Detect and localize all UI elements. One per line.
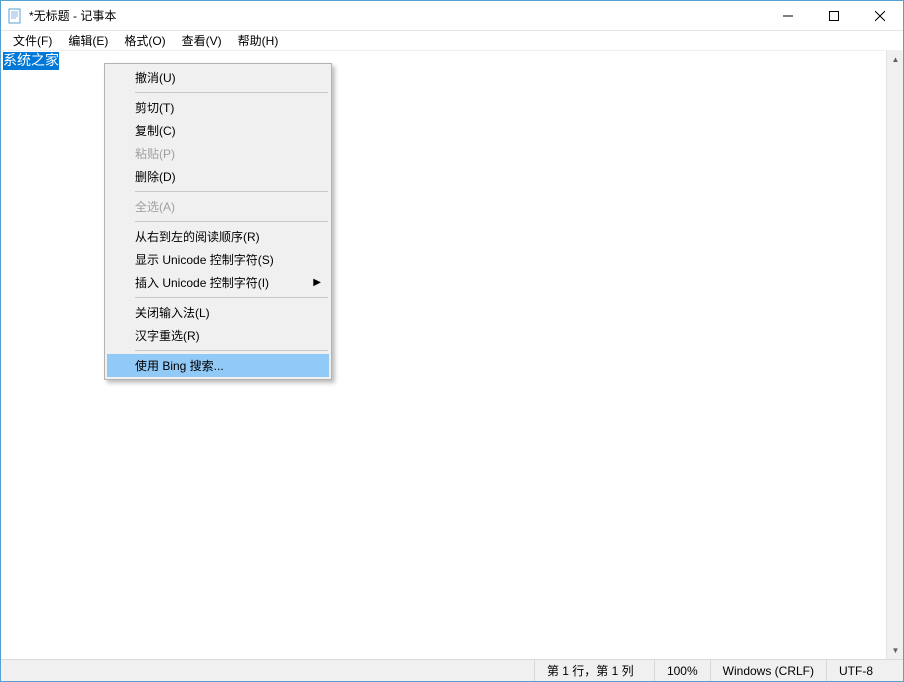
ctx-bing-search[interactable]: 使用 Bing 搜索... [107, 354, 329, 377]
status-zoom: 100% [654, 660, 710, 681]
window-title: *无标题 - 记事本 [29, 7, 765, 24]
minimize-button[interactable] [765, 1, 811, 30]
menu-file[interactable]: 文件(F) [5, 30, 60, 51]
ctx-show-unicode[interactable]: 显示 Unicode 控制字符(S) [107, 248, 329, 271]
ctx-hanzi-reselect[interactable]: 汉字重选(R) [107, 324, 329, 347]
scroll-up-icon[interactable]: ▲ [887, 51, 903, 68]
ctx-cut[interactable]: 剪切(T) [107, 96, 329, 119]
ctx-undo[interactable]: 撤消(U) [107, 66, 329, 89]
notepad-icon [7, 8, 23, 24]
chevron-right-icon: ▶ [313, 277, 321, 288]
ctx-insert-unicode-label: 插入 Unicode 控制字符(I) [135, 274, 269, 291]
ctx-close-ime[interactable]: 关闭输入法(L) [107, 301, 329, 324]
status-line-ending: Windows (CRLF) [710, 660, 826, 681]
menubar: 文件(F) 编辑(E) 格式(O) 查看(V) 帮助(H) [1, 31, 903, 51]
ctx-separator [135, 191, 328, 192]
ctx-rtl-reading[interactable]: 从右到左的阅读顺序(R) [107, 225, 329, 248]
titlebar: *无标题 - 记事本 [1, 1, 903, 31]
menu-view[interactable]: 查看(V) [174, 30, 230, 51]
status-position: 第 1 行，第 1 列 [534, 660, 654, 681]
window-controls [765, 1, 903, 30]
ctx-separator [135, 221, 328, 222]
scroll-down-icon[interactable]: ▼ [887, 642, 903, 659]
ctx-paste: 粘贴(P) [107, 142, 329, 165]
maximize-button[interactable] [811, 1, 857, 30]
close-button[interactable] [857, 1, 903, 30]
menu-format[interactable]: 格式(O) [116, 30, 173, 51]
statusbar: 第 1 行，第 1 列 100% Windows (CRLF) UTF-8 [1, 659, 903, 681]
ctx-select-all: 全选(A) [107, 195, 329, 218]
ctx-delete[interactable]: 删除(D) [107, 165, 329, 188]
ctx-copy[interactable]: 复制(C) [107, 119, 329, 142]
ctx-insert-unicode[interactable]: 插入 Unicode 控制字符(I) ▶ [107, 271, 329, 294]
status-encoding: UTF-8 [826, 660, 903, 681]
vertical-scrollbar[interactable]: ▲ ▼ [886, 51, 903, 659]
menu-edit[interactable]: 编辑(E) [60, 30, 116, 51]
ctx-separator [135, 350, 328, 351]
selected-text[interactable]: 系统之家 [3, 52, 59, 70]
menu-help[interactable]: 帮助(H) [230, 30, 287, 51]
context-menu: 撤消(U) 剪切(T) 复制(C) 粘贴(P) 删除(D) 全选(A) 从右到左… [104, 63, 332, 380]
ctx-separator [135, 92, 328, 93]
ctx-separator [135, 297, 328, 298]
